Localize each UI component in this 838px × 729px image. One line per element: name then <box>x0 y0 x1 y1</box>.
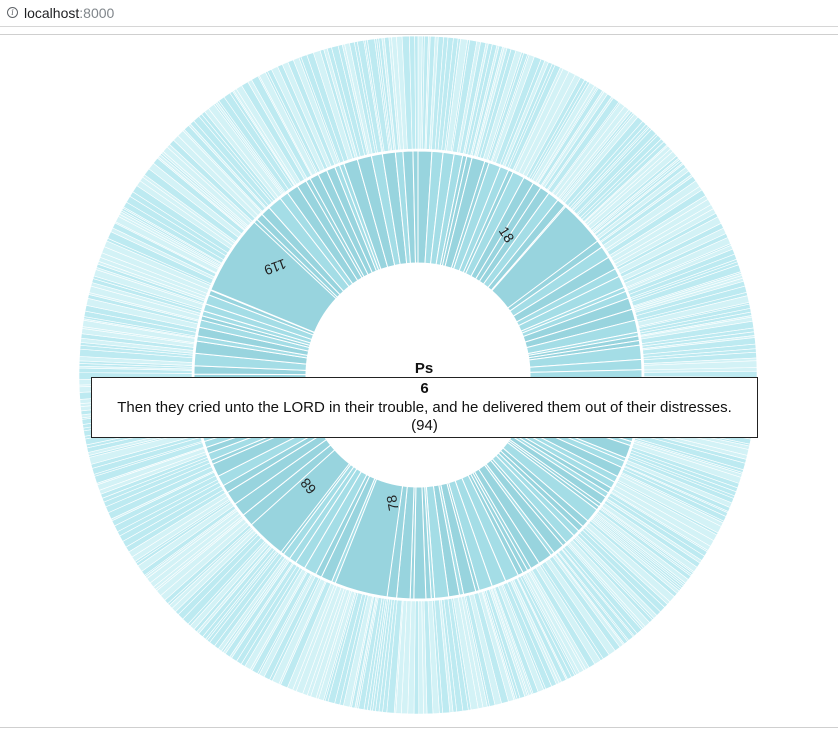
bottom-divider <box>0 727 838 728</box>
tooltip-verse-number: 6 <box>420 380 429 397</box>
tooltip-verse-text: Then they cried unto the LORD in their t… <box>117 399 732 416</box>
center-book-label: Ps <box>414 360 434 377</box>
verse-tooltip: 6 Then they cried unto the LORD in their… <box>91 377 758 438</box>
tooltip-verse-count: (94) <box>411 417 438 434</box>
chapter-label: 78 <box>383 494 401 512</box>
